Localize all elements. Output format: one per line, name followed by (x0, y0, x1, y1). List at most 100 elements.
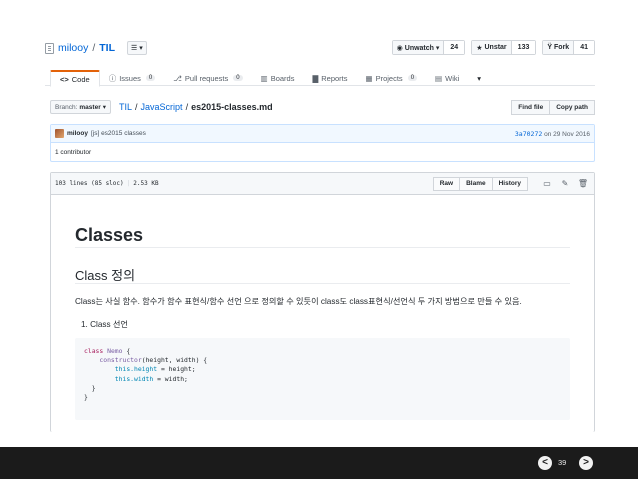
watch-label: Unwatch ▾ (404, 44, 440, 52)
star-group: ★ Unstar 133 (471, 40, 537, 55)
slide-nav-bar: < 39 > (0, 447, 638, 479)
pull-requests-counter: 0 (233, 75, 243, 81)
subheading-divider (75, 283, 570, 284)
tab-code[interactable]: <> Code (50, 70, 100, 87)
commit-message[interactable]: [js] es2015 classes (91, 130, 146, 137)
graph-icon: ▇ (312, 73, 319, 83)
contributors-count[interactable]: 1 contributor (55, 149, 91, 156)
list-icon: ☰ (131, 45, 138, 52)
commit-sha[interactable]: 3a70272 (515, 130, 542, 138)
file-view-buttons: Raw Blame History (432, 176, 528, 191)
code-line: } (84, 393, 88, 402)
branch-select-button[interactable]: Branch: master ▾ (50, 100, 111, 114)
fork-button[interactable]: Ÿ Fork (543, 41, 575, 54)
code-line: class Nemo { (84, 347, 131, 355)
tab-pull-requests[interactable]: ⎇ Pull requests 0 (164, 70, 251, 86)
repo-list-button[interactable]: ☰ ▾ (127, 41, 147, 55)
file-info: 103 lines (85 sloc) | 2.53 KB (55, 180, 159, 187)
tab-reports[interactable]: ▇ Reports (303, 70, 356, 86)
fork-group: Ÿ Fork 41 (542, 40, 595, 55)
project-icon: ▦ (365, 73, 373, 83)
boards-icon: ▥ (260, 73, 268, 83)
star-button[interactable]: ★ Unstar (472, 41, 512, 54)
breadcrumb-separator: / (135, 102, 138, 112)
watch-group: ◉ Unwatch ▾ 24 (391, 40, 466, 55)
file-viewer: 103 lines (85 sloc) | 2.53 KB Raw Blame Hi… (50, 172, 595, 432)
code-line: this.width = width; (114, 374, 188, 383)
fork-count[interactable]: 41 (574, 41, 594, 54)
repo-actions: ◉ Unwatch ▾ 24 ★ Unstar 133 Ÿ Fork 41 (391, 40, 595, 55)
list-caret: ▾ (139, 45, 143, 52)
breadcrumb-separator: / (185, 102, 189, 112)
tab-reports-label: Reports (321, 73, 348, 83)
file-lines: 103 lines (85 sloc) (55, 180, 124, 187)
heading-class-definition: Class 정의 (75, 268, 136, 283)
code-line: constructor(height, width) { (99, 356, 208, 365)
code-line: this.height = height; (114, 365, 196, 374)
star-label: Unstar (484, 44, 507, 51)
star-count[interactable]: 133 (511, 41, 536, 54)
tab-issues[interactable]: ⓘ Issues 0 (100, 70, 165, 86)
raw-button[interactable]: Raw (432, 176, 461, 191)
tab-wiki-label: Wiki (445, 73, 460, 83)
watch-count[interactable]: 24 (444, 41, 465, 54)
tab-pull-requests-label: Pull requests (184, 73, 229, 83)
repo-tabs: <> Code ⓘ Issues 0 ⎇ Pull requests 0 ▥ B… (50, 70, 490, 87)
trash-icon[interactable]: 🗑 (576, 177, 590, 191)
issue-icon: ⓘ (108, 73, 117, 83)
chevron-right-icon: > (583, 457, 589, 468)
breadcrumb-file-name: es2015-classes.md (191, 102, 273, 112)
pencil-icon[interactable]: ✎ (558, 177, 572, 191)
history-button[interactable]: History (492, 176, 528, 191)
file-header: 103 lines (85 sloc) | 2.53 KB Raw Blame Hi… (51, 173, 594, 195)
tab-wiki[interactable]: ▤ Wiki (426, 70, 468, 86)
branch-caret-icon: ▾ (102, 104, 106, 111)
repo-owner-link[interactable]: milooy (58, 42, 88, 54)
commit-author[interactable]: milooy (67, 130, 88, 137)
latest-commit: milooy [js] es2015 classes 3a70272 on 29… (51, 125, 594, 143)
code-line: } (84, 383, 96, 392)
copy-path-button[interactable]: Copy path (550, 99, 595, 115)
tab-more-dropdown[interactable]: ▾ (468, 70, 490, 86)
next-slide-button[interactable]: > (579, 456, 593, 470)
star-icon: ★ (476, 44, 483, 52)
pull-request-icon: ⎇ (173, 73, 182, 83)
repo-book-icon (45, 42, 54, 54)
branch-name: master (79, 103, 101, 111)
code-icon: <> (60, 74, 69, 84)
wiki-icon: ▤ (435, 73, 443, 83)
repo-header: milooy / TIL ☰ ▾ ◉ Unwatch ▾ 24 ★ Unstar… (45, 38, 595, 87)
avatar[interactable] (55, 129, 64, 138)
paragraph: Class는 사실 함수. 함수가 함수 표현식/함수 선언 으로 정의할 수 … (75, 297, 522, 306)
repo-separator: / (92, 42, 96, 54)
fork-label: Fork (554, 44, 570, 51)
blame-button[interactable]: Blame (460, 176, 493, 191)
repo-name-link[interactable]: TIL (99, 42, 115, 54)
projects-counter: 0 (407, 75, 418, 81)
repo-title: milooy / TIL ☰ ▾ (45, 41, 147, 55)
find-file-button[interactable]: Find file (511, 99, 551, 115)
file-path-actions: Find file Copy path (511, 99, 595, 115)
watch-button[interactable]: ◉ Unwatch ▾ (392, 41, 445, 54)
file-info-divider: | (126, 180, 131, 187)
code-block: class Nemo { constructor(height, width) … (75, 338, 570, 420)
breadcrumb: TIL / JavaScript / es2015-classes.md (119, 102, 273, 112)
branch-prefix: Branch: (55, 103, 78, 111)
contributors-row: 1 contributor (51, 143, 594, 161)
list-item: 1. Class 선언 (81, 320, 128, 329)
tab-code-label: Code (71, 74, 90, 84)
commit-tease: milooy [js] es2015 classes 3a70272 on 29… (50, 124, 595, 162)
desktop-icon[interactable]: ▭ (540, 177, 554, 191)
file-size: 2.53 KB (133, 180, 159, 187)
commit-date: on 29 Nov 2016 (542, 130, 590, 138)
commit-meta: 3a70272 on 29 Nov 2016 (515, 130, 590, 138)
prev-slide-button[interactable]: < (538, 456, 552, 470)
breadcrumb-repo-link[interactable]: TIL (119, 102, 132, 112)
breadcrumb-folder-link[interactable]: JavaScript (141, 102, 183, 112)
tab-issues-label: Issues (119, 73, 141, 83)
tab-boards-label: Boards (270, 73, 295, 83)
tab-projects[interactable]: ▦ Projects 0 (357, 70, 427, 86)
chevron-left-icon: < (542, 457, 548, 468)
tab-boards[interactable]: ▥ Boards (252, 70, 304, 86)
tab-projects-label: Projects (375, 73, 403, 83)
